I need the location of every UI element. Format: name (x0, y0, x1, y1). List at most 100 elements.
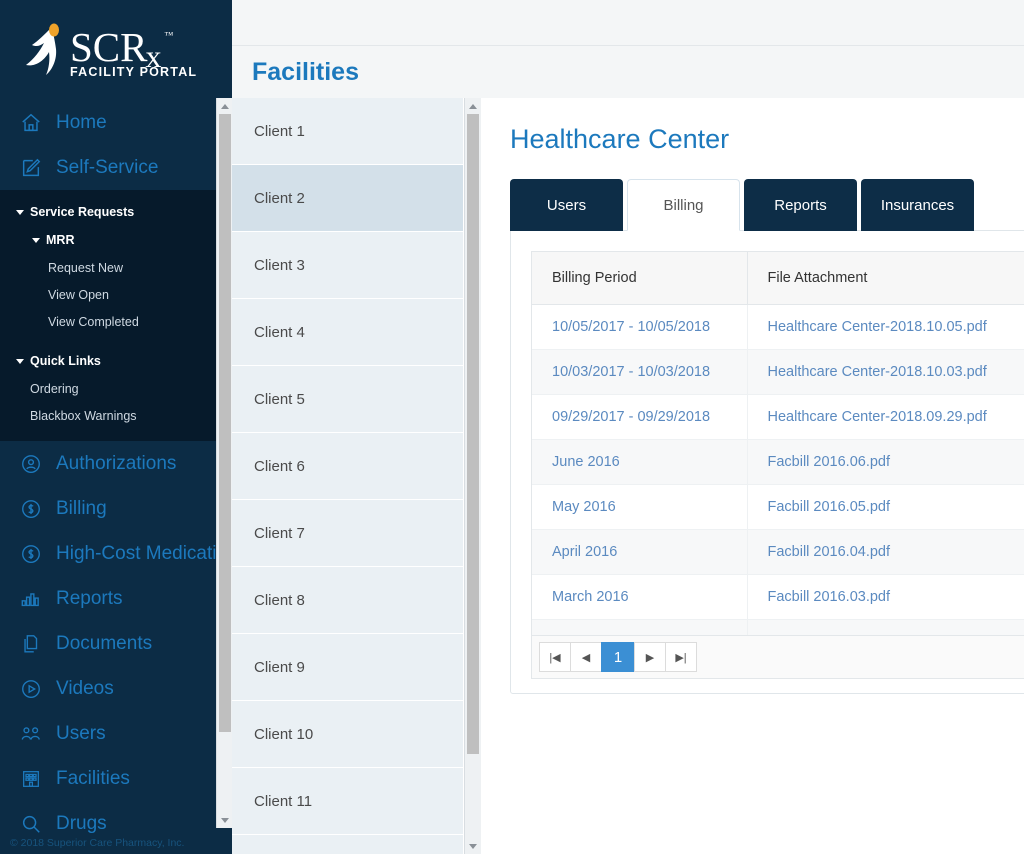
sidebar-item-facilities[interactable]: Facilities (0, 756, 232, 801)
list-item[interactable]: Client 2 (232, 165, 463, 232)
cell-file-attachment[interactable]: Healthcare Center-2018.09.29.pdf (747, 394, 1024, 440)
pagination-page-1-button[interactable]: 1 (601, 642, 635, 672)
table-header-row: Billing Period File Attachment (532, 252, 1024, 305)
main-area: Facilities Client 1 Client 2 Client 3 Cl… (232, 0, 1024, 854)
submenu-item-view-completed[interactable]: View Completed (0, 308, 232, 335)
scroll-up-arrow-icon[interactable] (216, 98, 232, 114)
user-circle-icon (20, 453, 50, 475)
table-row[interactable]: April 2016 Facbill 2016.04.pdf (532, 529, 1024, 575)
sidebar-scroll-thumb[interactable] (218, 114, 231, 732)
sidebar-scroll-track[interactable] (216, 114, 232, 812)
sidebar-item-documents[interactable]: Documents (0, 621, 232, 666)
sidebar-item-label: Reports (56, 587, 123, 609)
cell-file-attachment[interactable]: Healthcare Center-2018.10.05.pdf (747, 304, 1024, 350)
sidebar-item-label: Home (56, 111, 107, 133)
sidebar-item-billing[interactable]: Billing (0, 486, 232, 531)
caret-down-icon (32, 237, 40, 243)
billing-panel: Billing Period File Attachment 10/05/201… (510, 230, 1024, 694)
list-item[interactable]: Client 7 (232, 500, 463, 567)
cell-billing-period[interactable]: 10/05/2017 - 10/05/2018 (532, 304, 748, 350)
cell-billing-period[interactable]: 10/03/2017 - 10/03/2018 (532, 349, 748, 395)
facility-content: Healthcare Center Users Billing Reports … (480, 98, 1024, 854)
table-row[interactable]: February 2016 Arizona Facbill 2016.02.pd… (532, 619, 1024, 635)
tab-insurances[interactable]: Insurances (861, 179, 974, 231)
sidebar-item-authorizations[interactable]: Authorizations (0, 441, 232, 486)
bar-chart-icon (20, 588, 50, 610)
sidebar-item-label: Drugs (56, 812, 107, 834)
list-item[interactable]: Client 10 (232, 701, 463, 768)
list-item[interactable]: Client 1 (232, 98, 463, 165)
sidebar-submenu: Service Requests MRR Request New View Op… (0, 190, 232, 441)
documents-icon (20, 633, 50, 655)
list-item[interactable]: Client 3 (232, 232, 463, 299)
list-item[interactable]: Client 6 (232, 433, 463, 500)
body-row: Client 1 Client 2 Client 3 Client 4 Clie… (232, 98, 1024, 854)
cell-file-attachment[interactable]: Facbill 2016.03.pdf (747, 574, 1024, 620)
app-root: SCRx™ FACILITY PORTAL Home Self-Service … (0, 0, 1024, 854)
scroll-down-arrow-icon[interactable] (216, 812, 232, 828)
dollar-circle-icon (20, 543, 50, 565)
submenu-item-view-open[interactable]: View Open (0, 281, 232, 308)
cell-billing-period[interactable]: April 2016 (532, 529, 748, 575)
sidebar-item-label: Facilities (56, 767, 130, 789)
sidebar-item-label: Videos (56, 677, 114, 699)
logo-tagline: FACILITY PORTAL (70, 65, 198, 79)
table-row[interactable]: 09/29/2017 - 09/29/2018 Healthcare Cente… (532, 394, 1024, 440)
tab-reports[interactable]: Reports (744, 179, 857, 231)
sidebar-item-label: High-Cost Medications (56, 542, 232, 564)
client-scroll-thumb[interactable] (466, 114, 479, 754)
users-icon (20, 723, 50, 745)
submenu-item-blackbox-warnings[interactable]: Blackbox Warnings (0, 402, 232, 429)
tab-users[interactable]: Users (510, 179, 623, 231)
logo[interactable]: SCRx™ FACILITY PORTAL (0, 0, 232, 100)
cell-file-attachment[interactable]: Facbill 2016.06.pdf (747, 439, 1024, 485)
submenu-group-mrr[interactable]: MRR (0, 226, 232, 254)
submenu-group-service-requests[interactable]: Service Requests (0, 198, 232, 226)
pagination-first-button[interactable]: |◀ (539, 642, 571, 672)
facility-tabs: Users Billing Reports Insurances (510, 179, 1024, 231)
pagination-last-button[interactable]: ▶| (665, 642, 697, 672)
sidebar-scrollbar[interactable] (216, 98, 232, 828)
list-item[interactable]: Client 9 (232, 634, 463, 701)
client-scroll-track[interactable] (464, 114, 481, 838)
table-row[interactable]: March 2016 Facbill 2016.03.pdf (532, 574, 1024, 620)
sidebar-item-users[interactable]: Users (0, 711, 232, 756)
submenu-group-quick-links[interactable]: Quick Links (0, 347, 232, 375)
list-item[interactable]: Client 12 (232, 835, 463, 854)
list-item[interactable]: Client 4 (232, 299, 463, 366)
cell-billing-period[interactable]: May 2016 (532, 484, 748, 530)
tab-billing[interactable]: Billing (627, 179, 740, 231)
scroll-up-arrow-icon[interactable] (464, 98, 481, 114)
table-row[interactable]: June 2016 Facbill 2016.06.pdf (532, 439, 1024, 485)
billing-table-scroller[interactable]: Billing Period File Attachment 10/05/201… (531, 251, 1024, 635)
cell-billing-period[interactable]: 09/29/2017 - 09/29/2018 (532, 394, 748, 440)
sidebar-item-self-service[interactable]: Self-Service (0, 145, 232, 190)
table-row[interactable]: 10/03/2017 - 10/03/2018 Healthcare Cente… (532, 349, 1024, 395)
list-item[interactable]: Client 8 (232, 567, 463, 634)
pagination-prev-button[interactable]: ◀ (570, 642, 602, 672)
client-list: Client 1 Client 2 Client 3 Client 4 Clie… (232, 98, 464, 854)
cell-billing-period[interactable]: February 2016 (532, 619, 748, 635)
cell-billing-period[interactable]: June 2016 (532, 439, 748, 485)
submenu-item-ordering[interactable]: Ordering (0, 375, 232, 402)
client-list-scrollbar[interactable] (464, 98, 481, 854)
sidebar-item-high-cost-medications[interactable]: High-Cost Medications (0, 531, 232, 576)
sidebar-item-home[interactable]: Home (0, 100, 232, 145)
sidebar-item-reports[interactable]: Reports (0, 576, 232, 621)
table-row[interactable]: 10/05/2017 - 10/05/2018 Healthcare Cente… (532, 304, 1024, 350)
cell-file-attachment[interactable]: Arizona Facbill 2016.02.pdf (747, 619, 1024, 635)
sidebar-item-videos[interactable]: Videos (0, 666, 232, 711)
copyright-text: © 2018 Superior Care Pharmacy, Inc. (10, 837, 185, 849)
scroll-down-arrow-icon[interactable] (464, 838, 481, 854)
cell-file-attachment[interactable]: Facbill 2016.05.pdf (747, 484, 1024, 530)
table-row[interactable]: May 2016 Facbill 2016.05.pdf (532, 484, 1024, 530)
submenu-item-request-new[interactable]: Request New (0, 254, 232, 281)
sidebar-item-label: Users (56, 722, 106, 744)
pagination-next-button[interactable]: ▶ (634, 642, 666, 672)
list-item[interactable]: Client 5 (232, 366, 463, 433)
caret-down-icon (16, 209, 24, 215)
cell-file-attachment[interactable]: Healthcare Center-2018.10.03.pdf (747, 349, 1024, 395)
list-item[interactable]: Client 11 (232, 768, 463, 835)
cell-file-attachment[interactable]: Facbill 2016.04.pdf (747, 529, 1024, 575)
cell-billing-period[interactable]: March 2016 (532, 574, 748, 620)
